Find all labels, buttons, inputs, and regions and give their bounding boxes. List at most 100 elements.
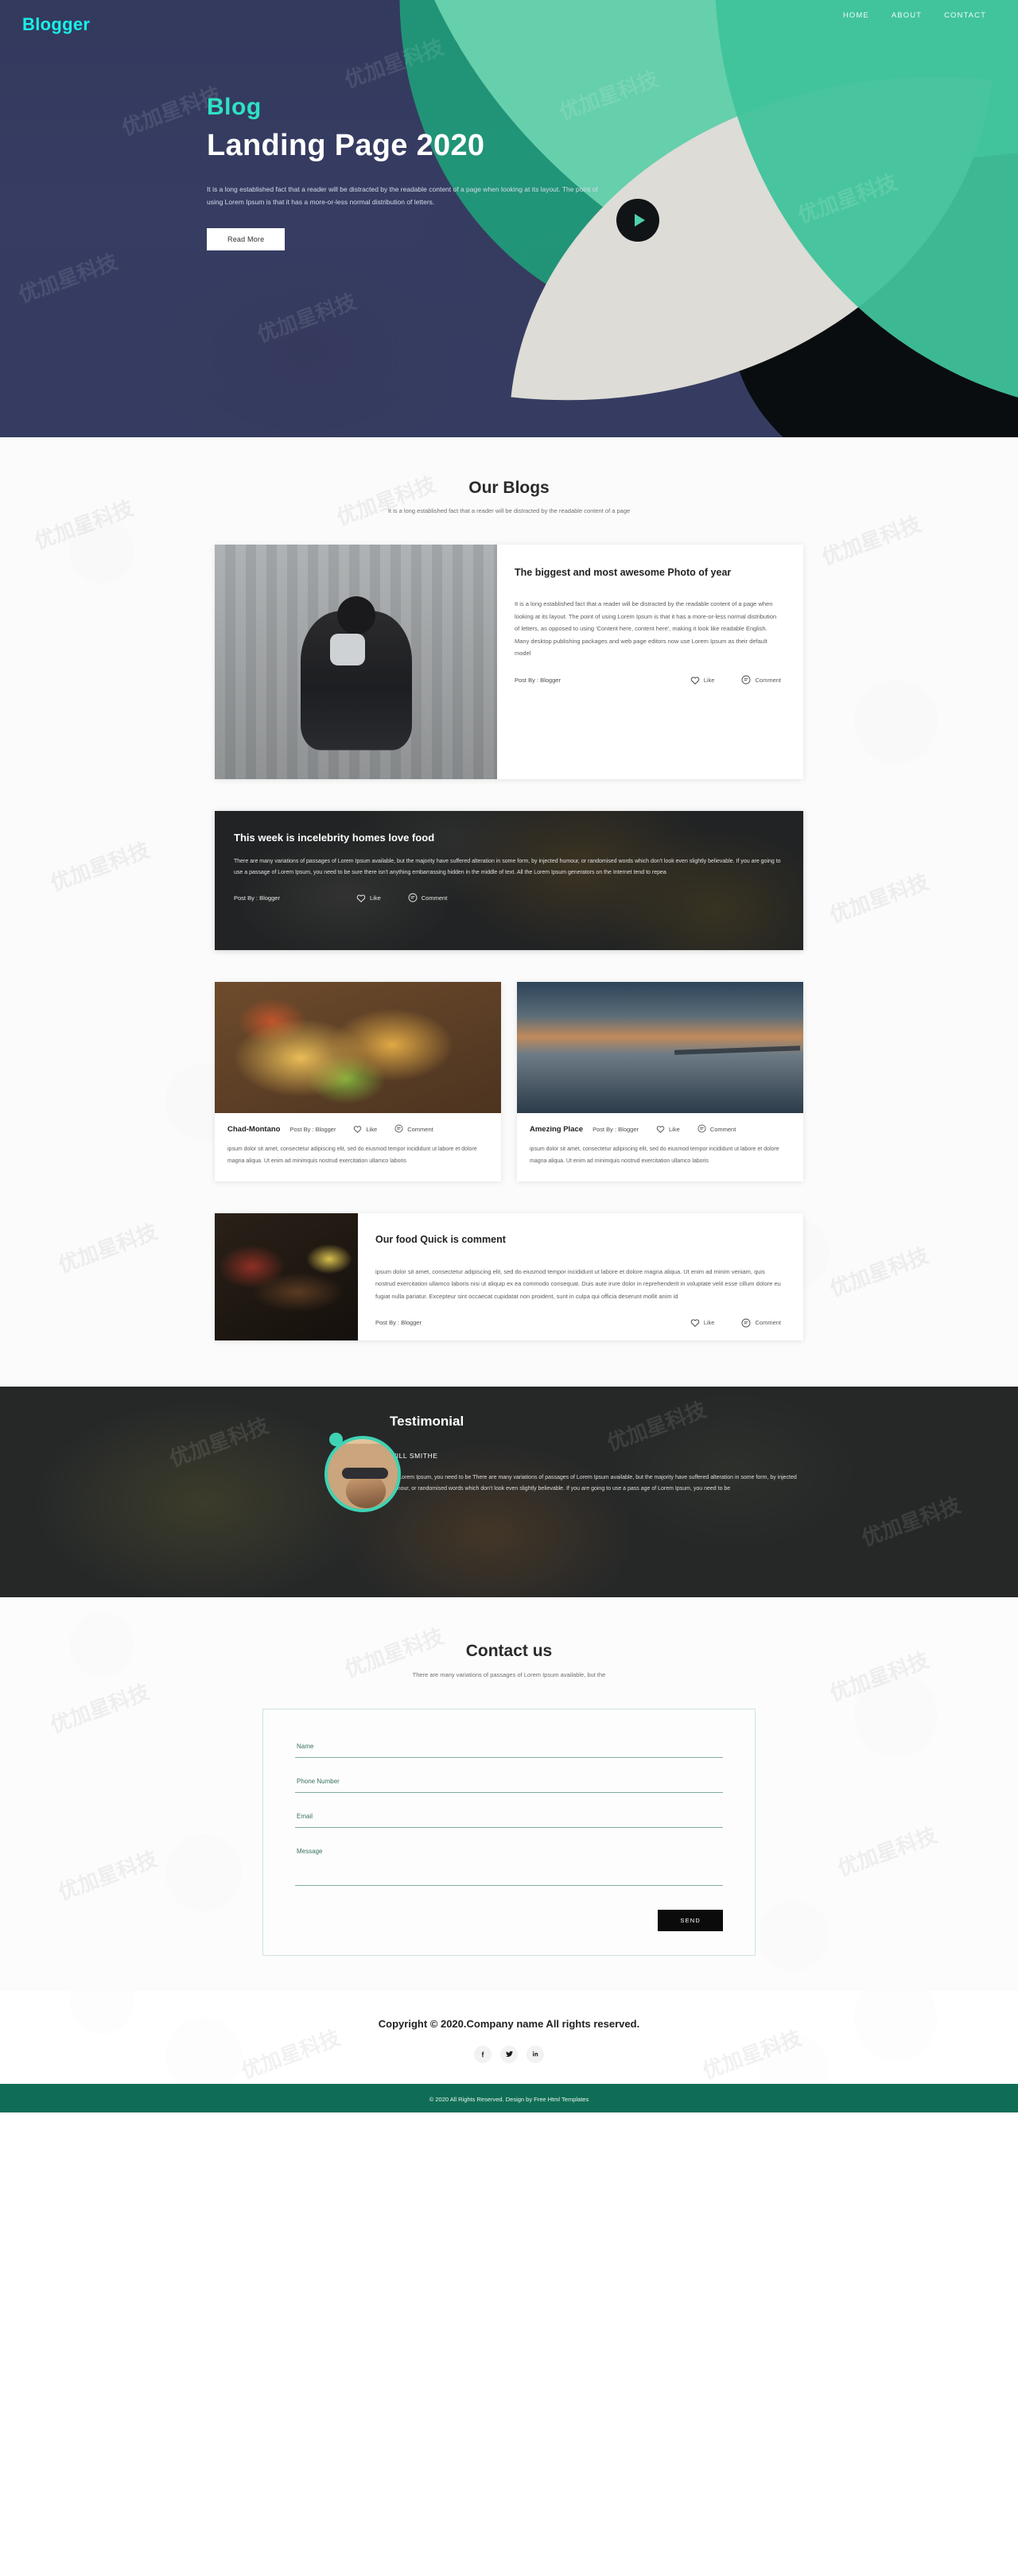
phone-input[interactable] — [295, 1772, 723, 1793]
message-input[interactable] — [295, 1842, 723, 1886]
nav-item-contact[interactable]: CONTACT — [944, 11, 986, 20]
like-label: Like — [370, 894, 381, 902]
blog-card-body: The biggest and most awesome Photo of ye… — [497, 545, 803, 779]
hero-content: Blog Landing Page 2020 It is a long esta… — [0, 0, 598, 251]
blog-card-pair: Chad-Montano Post By : Blogger Like Comm… — [215, 982, 803, 1182]
blogs-container: The biggest and most awesome Photo of ye… — [215, 545, 803, 1340]
brand-logo[interactable]: Blogger — [22, 14, 90, 35]
testimonial-title: Testimonial — [390, 1413, 464, 1429]
heart-icon — [690, 676, 700, 685]
blog-card-body: Amezing Place Post By : Blogger Like Com… — [517, 1113, 803, 1181]
blog-card-title: The biggest and most awesome Photo of ye… — [515, 567, 732, 578]
avatar-ring — [324, 1435, 401, 1512]
blog-banner-card[interactable]: This week is incelebrity homes love food… — [215, 811, 803, 950]
comment-button[interactable]: Comment — [741, 675, 781, 685]
footer: 优加星科技 优加星科技 Copyright © 2020.Company nam… — [0, 1990, 1018, 2084]
blog-card-meta: Chad-Montano Post By : Blogger Like Comm… — [227, 1124, 488, 1135]
hero-description: It is a long established fact that a rea… — [207, 184, 598, 207]
blog-card-image — [215, 545, 497, 779]
blogs-subtitle: It is a long established fact that a rea… — [387, 507, 631, 514]
testimonial-text: Tof Lorem Ipsum, you need to be There ar… — [390, 1474, 797, 1492]
blog-card-text: ipsum dolor sit amet, consectetur adipis… — [227, 1146, 477, 1164]
heart-icon — [656, 1125, 665, 1135]
avatar — [324, 1432, 401, 1512]
contact-section: 优加星科技 优加星科技 优加星科技 优加星科技 优加星科技 Contact us… — [0, 1596, 1018, 1991]
blog-card-body: Chad-Montano Post By : Blogger Like Comm… — [215, 1113, 501, 1181]
send-row: SEND — [295, 1909, 723, 1931]
post-by-label: Post By : Blogger — [593, 1126, 639, 1133]
heart-icon — [690, 1318, 700, 1328]
send-button[interactable]: SEND — [658, 1909, 723, 1931]
comment-button[interactable]: Comment — [741, 1318, 781, 1328]
main-nav: HOME ABOUT CONTACT — [843, 11, 986, 20]
comment-label: Comment — [755, 1319, 781, 1327]
comment-icon — [741, 675, 751, 685]
play-icon[interactable] — [616, 199, 659, 242]
avatar-accent-dot — [329, 1432, 343, 1446]
blog-card-image — [215, 1213, 358, 1340]
blog-card-body: Our food Quick is comment ipsum dolor si… — [358, 1213, 803, 1340]
testimonial-section: 优加星科技 优加星科技 优加星科技 Testimonial WILL SMITH… — [0, 1386, 1018, 1597]
like-button[interactable]: Like — [690, 676, 715, 685]
blog-card-title: Chad-Montano — [227, 1125, 281, 1134]
comment-icon — [741, 1318, 751, 1328]
heart-icon — [353, 1125, 362, 1135]
blog-card[interactable]: The biggest and most awesome Photo of ye… — [215, 545, 803, 779]
blog-card-title: Amezing Place — [530, 1125, 584, 1134]
landing-page: 优加星科技 优加星科技 优加星科技 优加星科技 优加星科技 优加星科技 Blog… — [0, 0, 1018, 2112]
banner-title: This week is incelebrity homes love food — [234, 832, 435, 844]
like-button[interactable]: Like — [356, 894, 381, 902]
comment-button[interactable]: Comment — [697, 1124, 736, 1135]
banner-meta: Post By : Blogger Like Comment — [234, 893, 784, 902]
hero-title: Landing Page 2020 — [207, 129, 485, 162]
blog-card[interactable]: Chad-Montano Post By : Blogger Like Comm… — [215, 982, 501, 1182]
blogs-section: 优加星科技 优加星科技 优加星科技 优加星科技 优加星科技 优加星科技 优加星科… — [0, 437, 1018, 1387]
copyright-text: Copyright © 2020.Company name All rights… — [378, 2017, 640, 2030]
blog-card-image — [517, 982, 803, 1113]
contact-form: SEND — [262, 1708, 756, 1956]
email-input[interactable] — [295, 1807, 723, 1828]
like-button[interactable]: Like — [656, 1125, 680, 1135]
linkedin-icon[interactable] — [526, 2045, 544, 2063]
nav-item-home[interactable]: HOME — [843, 11, 869, 20]
twitter-icon[interactable] — [500, 2045, 518, 2063]
blog-card-meta: Post By : Blogger Like Comment — [375, 1318, 781, 1328]
social-links — [0, 2045, 1018, 2063]
comment-button[interactable]: Comment — [408, 893, 447, 902]
like-label: Like — [703, 676, 715, 684]
read-more-button[interactable]: Read More — [207, 228, 286, 251]
comment-button[interactable]: Comment — [394, 1124, 433, 1135]
banner-text: There are many variations of passages of… — [234, 859, 781, 875]
like-label: Like — [366, 1126, 378, 1133]
photo-subject-detail — [329, 634, 365, 666]
nav-item-about[interactable]: ABOUT — [892, 11, 922, 20]
blog-card-text: ipsum dolor sit amet, consectetur adipis… — [530, 1146, 779, 1164]
post-by-label: Post By : Blogger — [515, 676, 561, 684]
banner-content: This week is incelebrity homes love food… — [215, 811, 803, 902]
testimonial-author: WILL SMITHE — [390, 1451, 438, 1460]
blog-card[interactable]: Our food Quick is comment ipsum dolor si… — [215, 1213, 803, 1340]
sunglasses-icon — [342, 1467, 388, 1479]
like-button[interactable]: Like — [353, 1125, 377, 1135]
comment-label: Comment — [709, 1126, 736, 1133]
name-input[interactable] — [295, 1737, 723, 1758]
contact-title: Contact us — [465, 1641, 553, 1660]
blog-card-meta: Amezing Place Post By : Blogger Like Com… — [530, 1124, 791, 1135]
heart-icon — [356, 894, 366, 902]
bottom-bar-text: © 2020 All Rights Reserved. Design by Fr… — [429, 2095, 589, 2103]
comment-icon — [697, 1124, 706, 1135]
like-button[interactable]: Like — [690, 1318, 714, 1328]
blog-card[interactable]: Amezing Place Post By : Blogger Like Com… — [517, 982, 803, 1182]
comment-label: Comment — [407, 1126, 433, 1133]
blog-card-text: ipsum dolor sit amet, consectetur adipis… — [375, 1267, 781, 1300]
blog-card-text: It is a long established fact that a rea… — [515, 600, 777, 657]
post-by-label: Post By : Blogger — [289, 1126, 336, 1133]
bottom-bar: © 2020 All Rights Reserved. Design by Fr… — [0, 2083, 1018, 2112]
facebook-icon[interactable] — [474, 2045, 492, 2063]
post-by-label: Post By : Blogger — [375, 1319, 422, 1327]
comment-icon — [394, 1124, 403, 1135]
page-title: Our Blogs — [468, 479, 550, 497]
blog-card-image — [215, 982, 501, 1113]
comment-icon — [408, 893, 418, 902]
hero-kicker: Blog — [207, 94, 262, 120]
